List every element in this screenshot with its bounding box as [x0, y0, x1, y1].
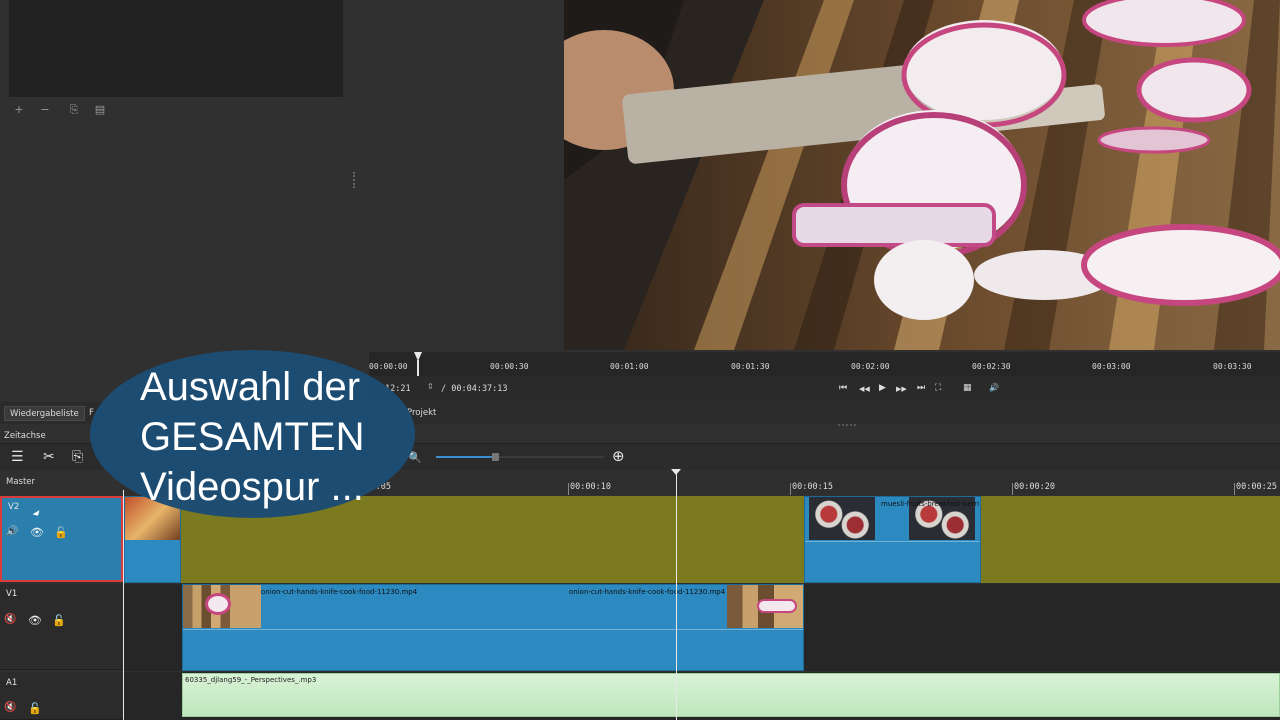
volume-icon[interactable]: 🔊: [989, 383, 999, 392]
ruler-tick: [568, 483, 569, 495]
track-name: V1: [6, 589, 18, 599]
video-preview: [564, 0, 1280, 350]
track-header-v1[interactable]: V1 🔇 👁 🔓: [0, 584, 123, 670]
ruler-label: 00:00:25: [1236, 482, 1277, 492]
ruler-label: 00:01:30: [731, 362, 770, 371]
ruler-label: 00:00:30: [490, 362, 529, 371]
playlist-area[interactable]: [9, 0, 343, 97]
clip-v2-muesli[interactable]: muesli-fruits-breakfast-berri: [804, 496, 981, 583]
skip-start-icon[interactable]: ⏮: [839, 383, 847, 393]
lock-icon[interactable]: 🔓: [54, 526, 68, 539]
fast-forward-icon[interactable]: ▶▶: [896, 385, 907, 393]
track-header-a1[interactable]: A1 🔇 🔓: [0, 672, 123, 720]
clip-name: onion-cut-hands-knife-cook-food-11230.mp…: [261, 588, 418, 596]
player-controls: 12:21 ⇕ / 00:04:37:13 ⏮ ◀◀ ▶ ▶▶ ⏭ ⛶ ▦ 🔊: [369, 376, 1280, 402]
timeline-playhead[interactable]: [671, 469, 681, 475]
copy-icon[interactable]: ⎘: [72, 449, 83, 465]
ruler-label: 00:00:15: [792, 482, 833, 492]
clip-a1-audio[interactable]: 60335_djlang59_-_Perspectives_.mp3: [182, 673, 1280, 717]
play-icon[interactable]: ▶: [879, 383, 886, 393]
clip-name: muesli-fruits-breakfast-berri: [881, 500, 980, 508]
add-icon[interactable]: +: [10, 102, 28, 118]
track-header-v2[interactable]: V2 🔊 👁 🔓: [0, 496, 123, 582]
dock-grip[interactable]: [838, 424, 856, 427]
duration-timecode: / 00:04:37:13: [441, 384, 508, 394]
copy-icon[interactable]: ⎘: [65, 102, 83, 118]
onion-shape: [757, 599, 797, 613]
eye-icon[interactable]: 👁: [28, 614, 42, 627]
ruler-tick: [1012, 483, 1013, 495]
remove-icon[interactable]: −: [36, 102, 54, 118]
skip-end-icon[interactable]: ⏭: [917, 383, 925, 393]
tab-playlist[interactable]: Wiedergabeliste: [4, 406, 85, 421]
master-label: Master: [6, 477, 36, 487]
cursor-icon: [32, 510, 42, 518]
paste-icon[interactable]: ▤: [91, 102, 109, 118]
ruler-label: 00:03:00: [1092, 362, 1131, 371]
lock-icon[interactable]: 🔓: [28, 702, 42, 715]
clip-name: 60335_djlang59_-_Perspectives_.mp3: [185, 676, 317, 684]
menu-icon[interactable]: ☰: [11, 449, 24, 465]
cut-icon[interactable]: ✂: [43, 449, 55, 465]
clip-divider: [805, 541, 980, 542]
muted-speaker-icon[interactable]: 🔇: [4, 614, 16, 625]
eye-icon[interactable]: 👁: [30, 526, 44, 539]
annotation-text: Auswahl der GESAMTEN Videospur ...: [140, 365, 365, 509]
preview-frame: [564, 0, 1280, 350]
ruler-label: 00:00:20: [1014, 482, 1055, 492]
grid-icon[interactable]: ▦: [963, 383, 972, 393]
timeline-playhead-line: [676, 472, 677, 720]
zoom-slider-handle[interactable]: [491, 453, 499, 461]
clip-thumbnail: [727, 585, 803, 628]
track-name: A1: [6, 678, 18, 688]
clip-v1-onion[interactable]: onion-cut-hands-knife-cook-food-11230.mp…: [182, 584, 804, 671]
track-name: V2: [8, 502, 20, 512]
ruler-label: 00:02:00: [851, 362, 890, 371]
clip-thumbnail: [809, 497, 875, 540]
onion-shape: [205, 593, 231, 615]
muted-speaker-icon[interactable]: 🔇: [4, 702, 16, 713]
zoom-icon[interactable]: ⛶: [935, 383, 941, 393]
zoom-in-icon[interactable]: ⊕: [612, 447, 625, 465]
zoom-slider-fill: [436, 456, 495, 458]
ruler-label: 00:01:00: [610, 362, 649, 371]
clip-divider: [183, 629, 803, 630]
clip-thumbnail: [183, 585, 261, 628]
panel-splitter[interactable]: [353, 172, 357, 188]
lock-icon[interactable]: 🔓: [52, 614, 66, 627]
player-ruler[interactable]: 00:00:00 00:00:30 00:01:00 00:01:30 00:0…: [369, 352, 1280, 376]
player-playhead-line: [417, 360, 419, 376]
ruler-label: 00:00:10: [570, 482, 611, 492]
zoom-slider[interactable]: [436, 453, 604, 461]
ruler-label: 00:02:30: [972, 362, 1011, 371]
spin-icon[interactable]: ⇕: [427, 382, 434, 391]
clip-name: onion-cut-hands-knife-cook-food-11230.mp…: [569, 588, 726, 596]
ruler-tick: [790, 483, 791, 495]
rewind-icon[interactable]: ◀◀: [859, 385, 870, 393]
speaker-icon[interactable]: 🔊: [6, 526, 18, 537]
timeline-dock-title: Zeitachse: [4, 431, 46, 441]
timeline-start-line: [123, 490, 124, 720]
ruler-label: 00:03:30: [1213, 362, 1252, 371]
ruler-tick: [1234, 483, 1235, 495]
